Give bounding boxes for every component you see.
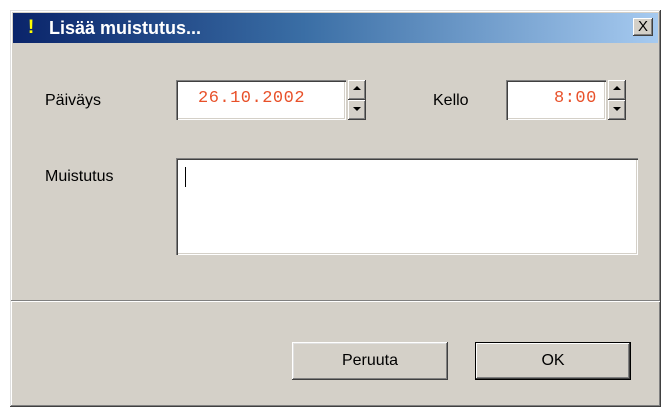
close-button[interactable]: X [633, 18, 653, 36]
dialog-title: Lisää muistutus... [49, 18, 202, 38]
time-spin-down-button[interactable] [608, 100, 626, 120]
date-spin-up-button[interactable] [348, 80, 366, 100]
arrow-down-icon [353, 107, 361, 111]
divider [11, 300, 660, 302]
ok-button[interactable]: OK [475, 342, 631, 380]
date-field[interactable]: 26.10.2002 [176, 80, 346, 120]
time-field[interactable]: 8:00 [506, 80, 606, 120]
add-reminder-dialog: ! Lisää muistutus... X Päiväys 26.10.200… [10, 10, 661, 407]
cancel-button[interactable]: Peruuta [292, 342, 448, 380]
exclamation-icon: ! [27, 17, 35, 38]
date-label: Päiväys [45, 92, 102, 109]
time-label: Kello [433, 92, 469, 109]
memo-textarea[interactable] [176, 158, 638, 255]
arrow-up-icon [353, 86, 361, 90]
arrow-down-icon [613, 107, 621, 111]
memo-label: Muistutus [45, 168, 114, 185]
date-spin-down-button[interactable] [348, 100, 366, 120]
arrow-up-icon [613, 86, 621, 90]
time-spin-up-button[interactable] [608, 80, 626, 100]
time-value: 8:00 [554, 89, 597, 108]
title-bar[interactable]: ! Lisää muistutus... X [13, 13, 658, 43]
date-value: 26.10.2002 [198, 89, 306, 108]
text-caret [185, 167, 186, 187]
